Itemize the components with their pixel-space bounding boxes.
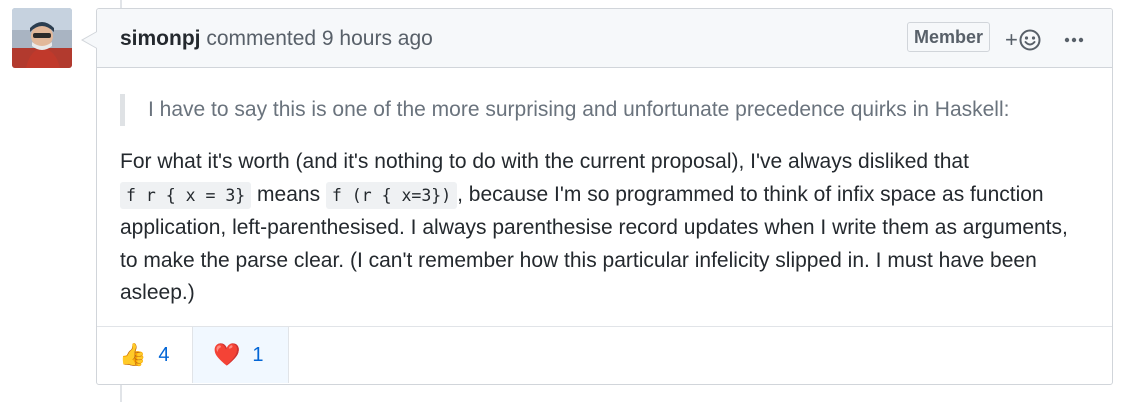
avatar-image [12, 8, 72, 68]
avatar[interactable] [12, 8, 72, 68]
reactions-bar: 👍 4 ❤️ 1 [97, 326, 1112, 384]
body-text-1: For what it's worth (and it's nothing to… [120, 150, 969, 173]
kebab-horizontal-icon [1064, 37, 1084, 43]
comment-body: I have to say this is one of the more su… [97, 68, 1112, 310]
comment-paragraph: For what it's worth (and it's nothing to… [120, 146, 1089, 310]
comment-timestamp[interactable]: 9 hours ago [322, 27, 433, 50]
more-options-button[interactable] [1062, 27, 1086, 53]
blockquote: I have to say this is one of the more su… [120, 94, 1089, 126]
member-badge: Member [907, 22, 991, 52]
inline-code-1: f r { x = 3} [120, 181, 252, 209]
author-link[interactable]: simonpj [120, 27, 201, 50]
comment-caret-inner [83, 32, 97, 48]
comment-box: simonpj commented 9 hours ago Member + I… [81, 8, 1113, 385]
reaction-heart[interactable]: ❤️ 1 [193, 327, 289, 383]
plus-icon: + [1005, 27, 1018, 52]
heart-icon: ❤️ [213, 342, 241, 367]
inline-code-2: f (r { x=3}) [325, 181, 458, 209]
reaction-count: 1 [252, 343, 264, 366]
comment-header-text: simonpj commented 9 hours ago [120, 27, 433, 51]
thumbs-up-icon: 👍 [119, 342, 147, 367]
smiley-icon [1019, 29, 1041, 51]
reaction-thumbs-up[interactable]: 👍 4 [97, 327, 193, 383]
reaction-count: 4 [158, 343, 170, 366]
comment-action: commented [206, 27, 317, 50]
body-text-2: means [251, 182, 326, 206]
comment-header: simonpj commented 9 hours ago Member + [97, 9, 1112, 68]
add-reaction-button[interactable]: + [1005, 27, 1041, 53]
